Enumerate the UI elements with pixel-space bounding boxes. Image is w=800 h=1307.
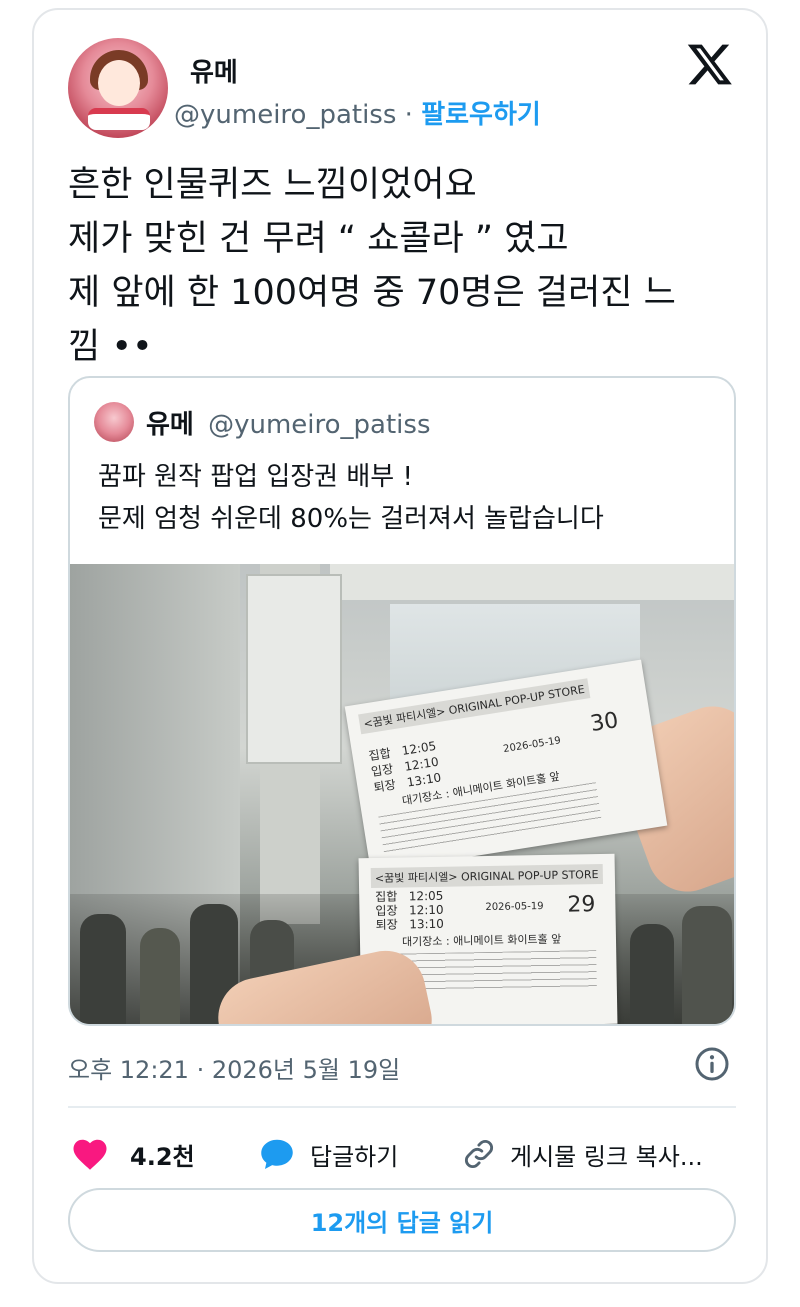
quoted-author-avatar[interactable]	[94, 402, 134, 442]
like-button[interactable]: 4.2천	[72, 1132, 195, 1176]
quoted-line: 꿈파 원작 팝업 입장권 배부 !	[98, 462, 413, 492]
author-handle-line: @yumeiro_patiss · 팔로우하기	[174, 94, 541, 131]
read-replies-button[interactable]: 12개의 답글 읽기	[68, 1188, 736, 1252]
divider	[68, 1106, 736, 1108]
tweet-line: 낌 ••	[68, 327, 153, 367]
ticket-place: 대기장소 : 애니메이트 화이트홀 앞	[401, 932, 562, 949]
tweet-timestamp[interactable]: 오후 12:21 · 2026년 5월 19일	[68, 1050, 400, 1085]
ticket-row-label: 퇴장	[375, 917, 398, 932]
quoted-handle[interactable]: @yumeiro_patiss	[208, 410, 430, 440]
ticket-number: 29	[567, 892, 596, 918]
author-display-name[interactable]: 유메	[190, 52, 238, 89]
reply-label: 답글하기	[310, 1142, 399, 1171]
tweet-card: 유메 @yumeiro_patiss · 팔로우하기 흔한 인물퀴즈 느낌이었어…	[32, 8, 768, 1284]
tweet-line: 흔한 인물퀴즈 느낌이었어요	[68, 165, 477, 205]
like-count: 4.2천	[130, 1142, 195, 1171]
quoted-display-name[interactable]: 유메	[146, 410, 194, 440]
author-avatar[interactable]	[68, 38, 168, 138]
quoted-line: 문제 엄청 쉬운데 80%는 걸러져서 놀랍습니다	[98, 504, 604, 534]
quoted-header: 유메 @yumeiro_patiss	[146, 404, 431, 441]
handle-separator: ·	[404, 100, 413, 130]
ticket-date: 2026-05-19	[485, 901, 544, 914]
tweet-line: 제가 맞힌 건 무려 “ 쇼콜라 ” 였고	[68, 219, 569, 259]
ticket-row-label: 퇴장	[372, 777, 397, 795]
info-icon[interactable]	[694, 1046, 730, 1082]
quoted-photo[interactable]: <꿈빛 파티시엘> ORIGINAL POP-UP STORE 집합 12:05…	[70, 564, 734, 1024]
link-icon	[465, 1140, 493, 1168]
reply-bubble-icon	[261, 1139, 293, 1169]
tweet-text: 흔한 인물퀴즈 느낌이었어요 제가 맞힌 건 무려 “ 쇼콜라 ” 였고 제 앞…	[68, 158, 748, 374]
ticket-number: 30	[588, 708, 621, 738]
heart-icon	[73, 1139, 107, 1170]
quoted-tweet[interactable]: 유메 @yumeiro_patiss 꿈파 원작 팝업 입장권 배부 ! 문제 …	[68, 376, 736, 1026]
reply-button[interactable]: 답글하기	[258, 1132, 398, 1176]
follow-button[interactable]: 팔로우하기	[421, 100, 541, 130]
ticket-date: 2026-05-19	[502, 735, 562, 756]
tweet-line: 제 앞에 한 100여명 중 70명은 걸러진 느	[68, 273, 676, 313]
ticket-header: <꿈빛 파티시엘> ORIGINAL POP-UP STORE	[370, 863, 603, 889]
copy-link-button[interactable]: 게시물 링크 복사...	[462, 1132, 703, 1176]
author-handle[interactable]: @yumeiro_patiss	[174, 100, 396, 130]
ticket-row-time: 13:10	[409, 916, 444, 932]
quoted-text: 꿈파 원작 팝업 입장권 배부 ! 문제 엄청 쉬운데 80%는 걸러져서 놀랍…	[98, 456, 718, 540]
copy-link-label: 게시물 링크 복사...	[510, 1142, 703, 1171]
x-logo-icon[interactable]	[686, 40, 734, 88]
